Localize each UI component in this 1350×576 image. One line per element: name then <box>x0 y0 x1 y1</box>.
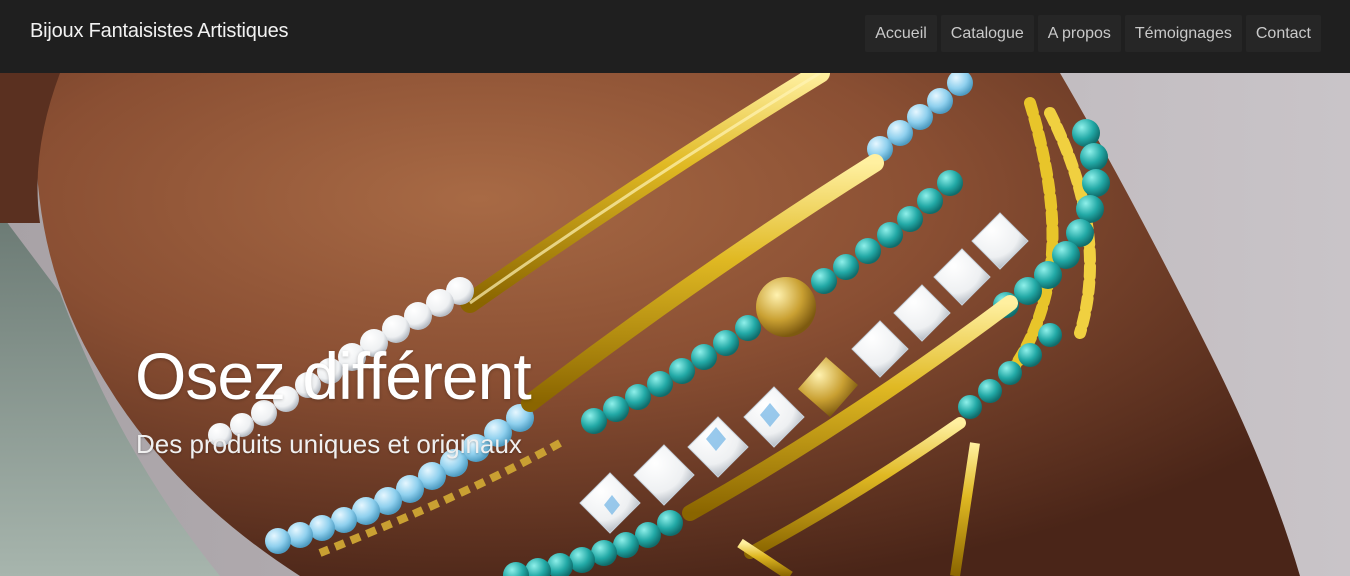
brand-logo-text[interactable]: Bijoux Fantaisistes Artistiques <box>30 20 289 43</box>
nav-item-accueil[interactable]: Accueil <box>865 15 937 52</box>
hero-bracelet-image <box>0 73 1350 576</box>
nav-item-a-propos[interactable]: A propos <box>1037 15 1121 52</box>
nav-item-catalogue[interactable]: Catalogue <box>940 15 1034 52</box>
site-header: Bijoux Fantaisistes Artistiques Accueil … <box>0 0 1350 73</box>
hero-subtitle: Des produits uniques et originaux <box>136 429 522 459</box>
hero-title: Osez différent <box>135 339 532 413</box>
main-nav: Accueil Catalogue A propos Témoignages C… <box>865 15 1321 52</box>
nav-item-temoignages[interactable]: Témoignages <box>1124 15 1242 52</box>
nav-item-contact[interactable]: Contact <box>1245 15 1321 52</box>
hero-banner: Osez différent Des produits uniques et o… <box>0 73 1350 576</box>
